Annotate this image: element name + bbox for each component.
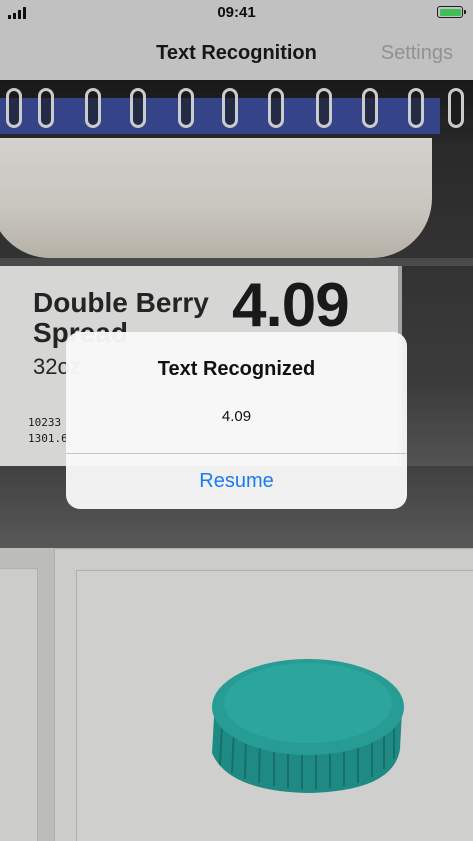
text-recognized-alert: Text Recognized 4.09 Resume bbox=[66, 332, 407, 509]
alert-message: 4.09 bbox=[221, 408, 252, 425]
resume-button[interactable]: Resume bbox=[66, 454, 407, 509]
alert-title: Text Recognized bbox=[157, 358, 316, 380]
screen: 09:41 Text Recognition Settings Double B… bbox=[0, 0, 473, 841]
